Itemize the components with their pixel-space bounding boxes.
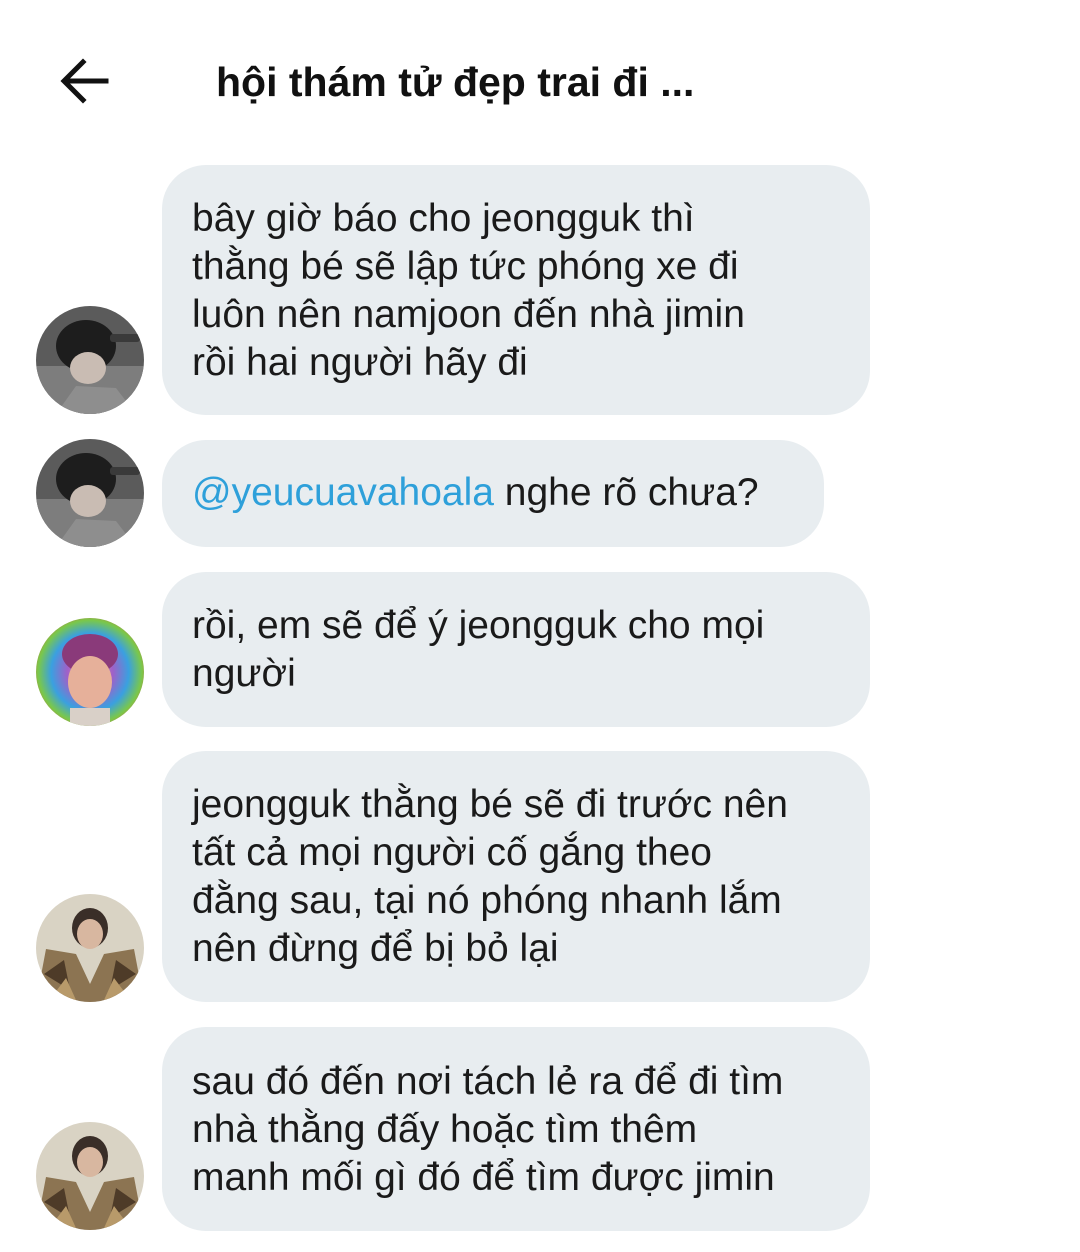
- conversation-title[interactable]: hội thám tử đẹp trai đi ...: [216, 52, 836, 112]
- message-bubble[interactable]: bây giờ báo cho jeongguk thì thằng bé sẽ…: [162, 165, 870, 415]
- back-button[interactable]: [56, 52, 112, 108]
- message-line: jeongguk thằng bé sẽ đi trước nên: [192, 783, 788, 826]
- arrow-left-icon: [60, 58, 109, 104]
- message-text: nghe rõ chưa?: [493, 471, 759, 514]
- message-line: người: [192, 652, 296, 695]
- message-line: sau đó đến nơi tách lẻ ra để đi tìm: [192, 1060, 784, 1103]
- message-line: @yeucuavahoala nghe rõ chưa?: [192, 469, 794, 517]
- avatar-member-3[interactable]: [36, 894, 144, 1002]
- message-line: manh mối gì đó để tìm được jimin: [192, 1156, 775, 1199]
- avatar-member-1[interactable]: [36, 306, 144, 414]
- message-line: đằng sau, tại nó phóng nhanh lắm: [192, 879, 782, 922]
- avatar-member-3[interactable]: [36, 1122, 144, 1230]
- message-line: tất cả mọi người cố gắng theo: [192, 831, 712, 874]
- mention-link[interactable]: @yeucuavahoala: [192, 471, 494, 514]
- message-line: rồi hai người hãy đi: [192, 341, 528, 384]
- message-line: nhà thằng đấy hoặc tìm thêm: [192, 1108, 698, 1151]
- message-bubble[interactable]: sau đó đến nơi tách lẻ ra để đi tìm nhà …: [162, 1027, 870, 1231]
- message-bubble[interactable]: rồi, em sẽ để ý jeongguk cho mọi người: [162, 572, 870, 727]
- avatar-member-1[interactable]: [36, 439, 144, 547]
- message-line: rồi, em sẽ để ý jeongguk cho mọi: [192, 604, 765, 647]
- avatar-member-2[interactable]: [36, 618, 144, 726]
- message-bubble[interactable]: jeongguk thằng bé sẽ đi trước nên tất cả…: [162, 751, 870, 1002]
- message-line: luôn nên namjoon đến nhà jimin: [192, 293, 745, 336]
- message-bubble[interactable]: @yeucuavahoala nghe rõ chưa?: [162, 440, 824, 547]
- chat-header: hội thám tử đẹp trai đi ...: [0, 0, 1080, 150]
- message-line: thằng bé sẽ lập tức phóng xe đi: [192, 245, 739, 288]
- message-line: bây giờ báo cho jeongguk thì: [192, 197, 695, 240]
- message-line: nên đừng để bị bỏ lại: [192, 927, 559, 970]
